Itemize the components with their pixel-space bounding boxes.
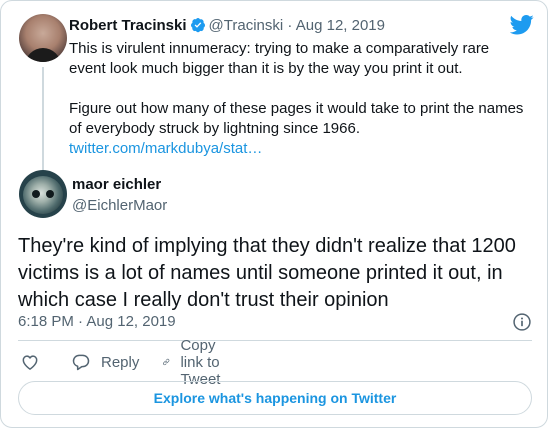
link-icon: [163, 358, 170, 366]
parent-paragraph-2: Figure out how many of these pages it wo…: [69, 100, 524, 137]
quoted-tweet-link[interactable]: twitter.com/markdubya/stat…: [69, 140, 262, 157]
reply-button[interactable]: Reply: [71, 351, 139, 373]
parent-paragraph-1: This is virulent innumeracy: trying to m…: [69, 40, 490, 77]
main-author-name[interactable]: maor eichler: [72, 176, 161, 193]
twitter-bird-icon[interactable]: [510, 15, 534, 35]
copy-link-button[interactable]: Copy link to Tweet: [162, 337, 232, 388]
parent-date[interactable]: Aug 12, 2019: [296, 17, 385, 34]
reply-label: Reply: [101, 353, 140, 371]
parent-avatar[interactable]: [19, 14, 67, 62]
info-icon[interactable]: [512, 312, 532, 332]
thread-line: [42, 67, 44, 170]
main-handle[interactable]: @EichlerMaor: [72, 197, 167, 214]
divider: [18, 340, 532, 341]
parent-handle[interactable]: @Tracinski: [209, 17, 284, 34]
tweet-timestamp[interactable]: 6:18 PM · Aug 12, 2019: [18, 313, 176, 330]
avatar-eye-right: [46, 190, 54, 198]
main-avatar[interactable]: [19, 170, 67, 218]
header-separator: ·: [287, 17, 293, 34]
reply-icon: [72, 354, 90, 371]
avatar-eye-left: [32, 190, 40, 198]
embedded-tweet-card: Robert Tracinski @Tracinski · Aug 12, 20…: [0, 0, 548, 428]
verified-badge-icon: [190, 18, 205, 33]
heart-icon: [22, 355, 38, 370]
parent-author-name[interactable]: Robert Tracinski: [69, 17, 187, 34]
explore-twitter-button[interactable]: Explore what's happening on Twitter: [18, 381, 532, 415]
avatar-shirt: [25, 48, 61, 62]
parent-tweet-header: Robert Tracinski @Tracinski · Aug 12, 20…: [69, 17, 385, 34]
parent-tweet-text: This is virulent innumeracy: trying to m…: [69, 39, 529, 159]
main-tweet-text: They're kind of implying that they didn'…: [18, 235, 516, 311]
avatar-animal-face: [23, 176, 63, 214]
like-button[interactable]: [20, 351, 40, 373]
copy-link-label: Copy link to Tweet: [180, 336, 221, 388]
